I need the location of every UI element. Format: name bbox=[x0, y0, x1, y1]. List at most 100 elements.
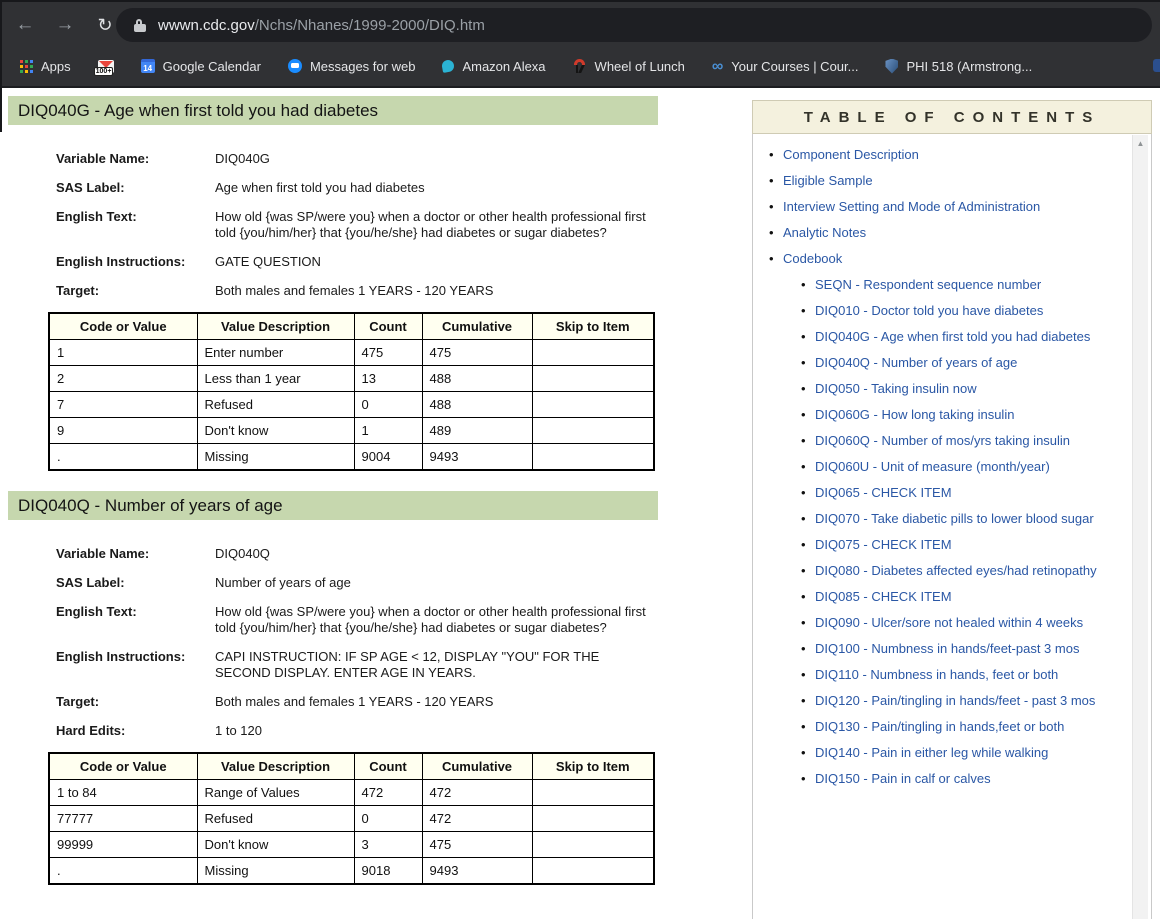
cell-cumulative: 488 bbox=[422, 392, 532, 418]
cell-cumulative: 472 bbox=[422, 806, 532, 832]
toc-item: DIQ060G - How long taking insulin bbox=[815, 406, 1105, 423]
toc-link[interactable]: DIQ070 - Take diabetic pills to lower bl… bbox=[815, 511, 1094, 526]
toc-link[interactable]: DIQ080 - Diabetes affected eyes/had reti… bbox=[815, 563, 1097, 578]
cell-count: 1 bbox=[354, 418, 422, 444]
toc-link[interactable]: DIQ060G - How long taking insulin bbox=[815, 407, 1014, 422]
scroll-up-icon[interactable]: ▲ bbox=[1133, 135, 1148, 151]
cell-skip bbox=[532, 366, 654, 392]
cell-code: 2 bbox=[49, 366, 197, 392]
field-row: Target: Both males and females 1 YEARS -… bbox=[56, 694, 658, 710]
toc-item: DIQ040G - Age when first told you had di… bbox=[815, 328, 1105, 345]
gmail-icon: 100+ bbox=[98, 60, 114, 73]
field-label: Variable Name: bbox=[56, 151, 215, 167]
toc-link[interactable]: SEQN - Respondent sequence number bbox=[815, 277, 1041, 292]
url-text[interactable]: wwwn.cdc.gov/Nchs/Nhanes/1999-2000/DIQ.h… bbox=[158, 17, 485, 34]
cell-code: 99999 bbox=[49, 832, 197, 858]
shield-icon bbox=[885, 59, 898, 74]
field-label: Variable Name: bbox=[56, 546, 215, 562]
toc-item: DIQ085 - CHECK ITEM bbox=[815, 588, 1105, 605]
bookmark-phi-518[interactable]: PHI 518 (Armstrong... bbox=[885, 59, 1032, 74]
toc-link[interactable]: DIQ010 - Doctor told you have diabetes bbox=[815, 303, 1043, 318]
table-header-cell: Count bbox=[354, 313, 422, 340]
partial-bookmark-icon[interactable] bbox=[1153, 59, 1160, 72]
toc-item: SEQN - Respondent sequence number bbox=[815, 276, 1105, 293]
bookmark-your-courses[interactable]: ∞ Your Courses | Cour... bbox=[712, 59, 859, 74]
toc-link[interactable]: DIQ065 - CHECK ITEM bbox=[815, 485, 952, 500]
cell-description: Missing bbox=[197, 444, 354, 471]
calendar-icon: 14 bbox=[141, 59, 155, 73]
toc-item: DIQ090 - Ulcer/sore not healed within 4 … bbox=[815, 614, 1105, 631]
toc-link[interactable]: DIQ050 - Taking insulin now bbox=[815, 381, 977, 396]
toc-item: DIQ130 - Pain/tingling in hands,feet or … bbox=[815, 718, 1105, 735]
field-row: Target: Both males and females 1 YEARS -… bbox=[56, 283, 658, 299]
bookmark-label: Apps bbox=[41, 59, 71, 74]
lock-icon[interactable] bbox=[134, 19, 146, 32]
field-row: Variable Name: DIQ040Q bbox=[56, 546, 658, 562]
toc-list: Component Description Eligible Sample In… bbox=[753, 134, 1151, 806]
address-bar[interactable]: wwwn.cdc.gov/Nchs/Nhanes/1999-2000/DIQ.h… bbox=[116, 8, 1152, 42]
variable-fields: Variable Name: DIQ040Q SAS Label: Number… bbox=[8, 520, 658, 739]
toc-body: Component Description Eligible Sample In… bbox=[752, 134, 1152, 919]
cell-cumulative: 9493 bbox=[422, 444, 532, 471]
cell-cumulative: 9493 bbox=[422, 858, 532, 885]
toc-link[interactable]: Component Description bbox=[783, 147, 919, 162]
cell-count: 3 bbox=[354, 832, 422, 858]
bookmark-label: PHI 518 (Armstrong... bbox=[906, 59, 1032, 74]
back-button[interactable]: ← bbox=[10, 10, 40, 40]
field-row: SAS Label: Age when first told you had d… bbox=[56, 180, 658, 196]
cell-description: Less than 1 year bbox=[197, 366, 354, 392]
cell-cumulative: 489 bbox=[422, 418, 532, 444]
field-row: Variable Name: DIQ040G bbox=[56, 151, 658, 167]
bookmark-label: Your Courses | Cour... bbox=[731, 59, 858, 74]
cell-cumulative: 475 bbox=[422, 832, 532, 858]
toc-link[interactable]: DIQ040G - Age when first told you had di… bbox=[815, 329, 1090, 344]
field-row: English Text: How old {was SP/were you} … bbox=[56, 604, 658, 636]
table-header-cell: Cumulative bbox=[422, 313, 532, 340]
toc-link[interactable]: DIQ150 - Pain in calf or calves bbox=[815, 771, 991, 786]
toc-link[interactable]: DIQ140 - Pain in either leg while walkin… bbox=[815, 745, 1048, 760]
field-value: Both males and females 1 YEARS - 120 YEA… bbox=[215, 694, 658, 710]
canvas-infinity-icon: ∞ bbox=[712, 60, 723, 73]
section-diq040g: DIQ040G - Age when first told you had di… bbox=[8, 96, 658, 471]
toc-link[interactable]: Eligible Sample bbox=[783, 173, 873, 188]
toc-link[interactable]: Analytic Notes bbox=[783, 225, 866, 240]
field-label: Hard Edits: bbox=[56, 723, 215, 739]
forward-button[interactable]: → bbox=[50, 10, 80, 40]
cell-description: Enter number bbox=[197, 340, 354, 366]
cell-cumulative: 488 bbox=[422, 366, 532, 392]
toc-link[interactable]: DIQ120 - Pain/tingling in hands/feet - p… bbox=[815, 693, 1095, 708]
variable-fields: Variable Name: DIQ040G SAS Label: Age wh… bbox=[8, 125, 658, 299]
url-path: /Nchs/Nhanes/1999-2000/DIQ.htm bbox=[255, 17, 485, 34]
window-left-edge bbox=[0, 0, 2, 132]
field-value: CAPI INSTRUCTION: IF SP AGE < 12, DISPLA… bbox=[215, 649, 658, 681]
table-header-cell: Value Description bbox=[197, 753, 354, 780]
field-label: SAS Label: bbox=[56, 180, 215, 196]
field-row: Hard Edits: 1 to 120 bbox=[56, 723, 658, 739]
cell-skip bbox=[532, 780, 654, 806]
toc-link[interactable]: DIQ060U - Unit of measure (month/year) bbox=[815, 459, 1050, 474]
bookmark-apps[interactable]: Apps bbox=[20, 59, 71, 74]
codebook-main-column: DIQ040G - Age when first told you had di… bbox=[8, 96, 658, 885]
toc-link[interactable]: Interview Setting and Mode of Administra… bbox=[783, 199, 1040, 214]
field-label: SAS Label: bbox=[56, 575, 215, 591]
toc-link[interactable]: DIQ040Q - Number of years of age bbox=[815, 355, 1017, 370]
cell-count: 0 bbox=[354, 806, 422, 832]
toc-link[interactable]: DIQ090 - Ulcer/sore not healed within 4 … bbox=[815, 615, 1083, 630]
toc-link[interactable]: DIQ110 - Numbness in hands, feet or both bbox=[815, 667, 1058, 682]
bookmark-messages-for-web[interactable]: Messages for web bbox=[288, 59, 416, 74]
toc-scrollbar[interactable]: ▲ bbox=[1132, 135, 1148, 919]
toc-link[interactable]: DIQ075 - CHECK ITEM bbox=[815, 537, 952, 552]
toc-link[interactable]: DIQ100 - Numbness in hands/feet-past 3 m… bbox=[815, 641, 1079, 656]
bookmark-amazon-alexa[interactable]: Amazon Alexa bbox=[442, 59, 545, 74]
toc-link[interactable]: DIQ130 - Pain/tingling in hands,feet or … bbox=[815, 719, 1064, 734]
toc-link[interactable]: DIQ085 - CHECK ITEM bbox=[815, 589, 952, 604]
field-label: Target: bbox=[56, 694, 215, 710]
bookmark-google-calendar[interactable]: 14 Google Calendar bbox=[141, 59, 261, 74]
bookmark-wheel-of-lunch[interactable]: Wheel of Lunch bbox=[573, 59, 685, 74]
bookmark-label: Amazon Alexa bbox=[462, 59, 545, 74]
field-value: 1 to 120 bbox=[215, 723, 658, 739]
bookmark-gmail[interactable]: 100+ bbox=[98, 60, 114, 73]
cell-count: 0 bbox=[354, 392, 422, 418]
toc-link[interactable]: Codebook bbox=[783, 251, 842, 266]
toc-link[interactable]: DIQ060Q - Number of mos/yrs taking insul… bbox=[815, 433, 1070, 448]
